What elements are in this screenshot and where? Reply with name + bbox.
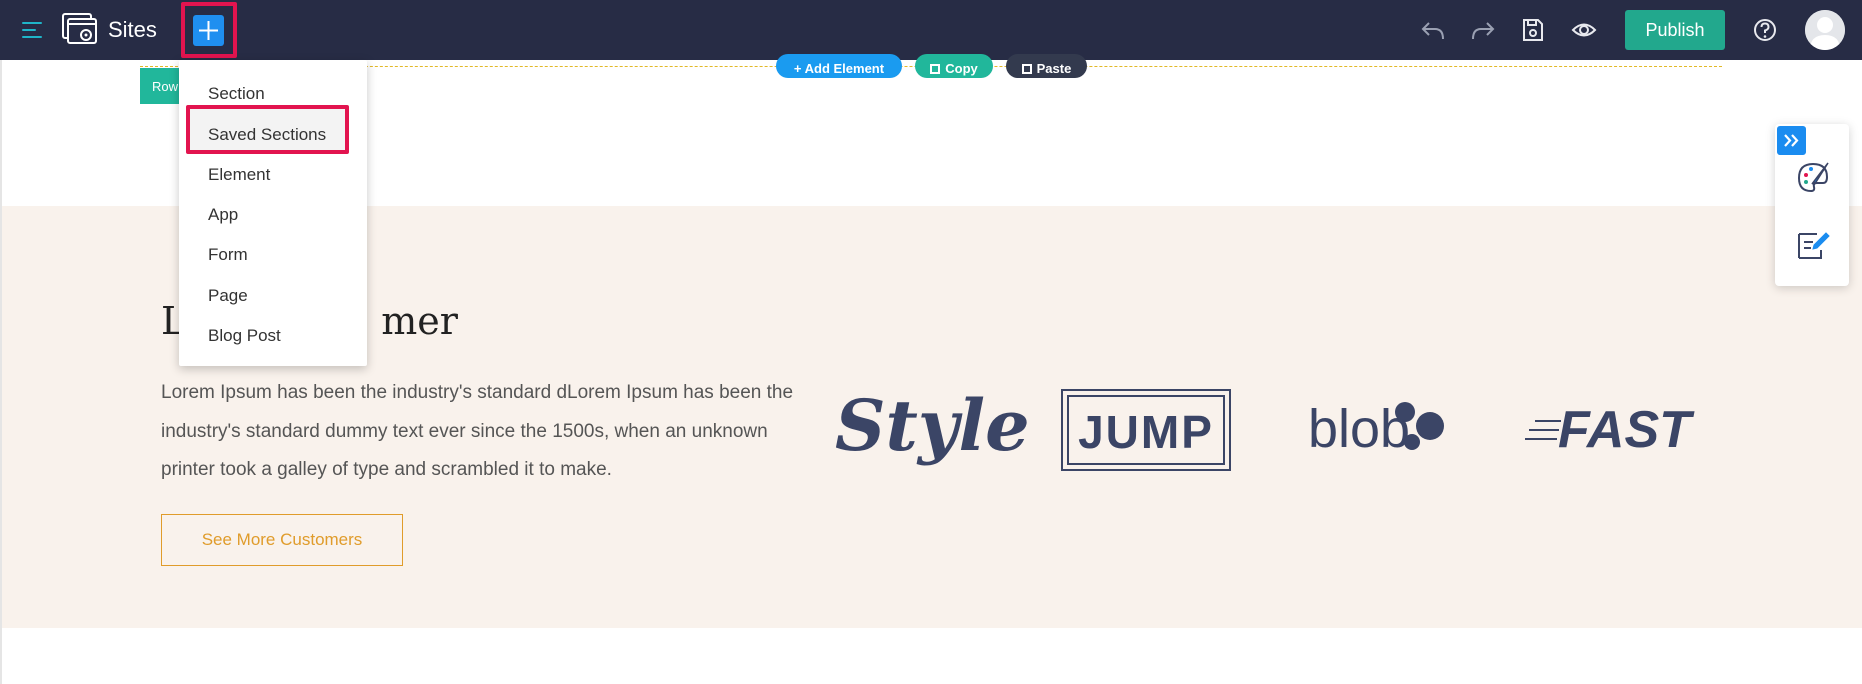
redo-icon[interactable] <box>1470 17 1496 43</box>
sites-icon <box>62 13 97 44</box>
edit-note-icon[interactable] <box>1795 228 1831 264</box>
menu-item-page[interactable]: Page <box>179 276 367 314</box>
paste-label: Paste <box>1036 61 1072 76</box>
logo-style: Style <box>835 384 1030 467</box>
menu-item-app[interactable]: App <box>179 195 367 233</box>
menu-item-form[interactable]: Form <box>179 235 367 273</box>
add-button[interactable] <box>193 15 224 46</box>
paste-button[interactable]: Paste <box>1006 54 1087 78</box>
blob-dots-icon <box>1395 402 1444 450</box>
user-icon <box>1805 10 1845 50</box>
paste-icon <box>1021 64 1032 74</box>
logo-jump: JUMP <box>1061 389 1231 471</box>
undo-icon[interactable] <box>1420 17 1446 43</box>
row-tag[interactable]: Row <box>140 68 184 104</box>
copy-icon <box>930 64 941 74</box>
copy-button[interactable]: Copy <box>915 54 993 78</box>
menu-item-saved-sections[interactable]: Saved Sections <box>179 115 367 153</box>
publish-button[interactable]: Publish <box>1625 10 1725 50</box>
add-element-button[interactable]: + Add Element <box>776 54 902 78</box>
save-icon[interactable] <box>1520 17 1546 43</box>
app-title: Sites <box>108 17 157 42</box>
plus-icon <box>199 21 218 40</box>
palette-brush-icon[interactable] <box>1795 160 1831 196</box>
menu-item-element[interactable]: Element <box>179 155 367 193</box>
logo-jump-text: JUMP <box>1078 406 1214 458</box>
heading-visible-text: mer <box>381 299 458 343</box>
speed-lines-icon <box>1525 420 1561 440</box>
section-paragraph[interactable]: Lorem Ipsum has been the industry's stan… <box>161 374 801 490</box>
eye-icon[interactable] <box>1571 17 1597 43</box>
top-bar: Sites Publish <box>0 0 1862 60</box>
see-more-customers-button[interactable]: See More Customers <box>161 514 403 566</box>
logo-fast: FAST <box>1558 401 1691 459</box>
copy-label: Copy <box>945 61 978 76</box>
double-chevron-right-icon <box>1784 134 1799 147</box>
menu-item-blog-post[interactable]: Blog Post <box>179 316 367 354</box>
menu-icon[interactable] <box>22 20 42 40</box>
avatar[interactable] <box>1805 10 1845 50</box>
add-dropdown-menu: Section Saved Sections Element App Form … <box>179 60 367 366</box>
help-icon[interactable] <box>1752 17 1778 43</box>
expand-panel-button[interactable] <box>1777 126 1806 155</box>
